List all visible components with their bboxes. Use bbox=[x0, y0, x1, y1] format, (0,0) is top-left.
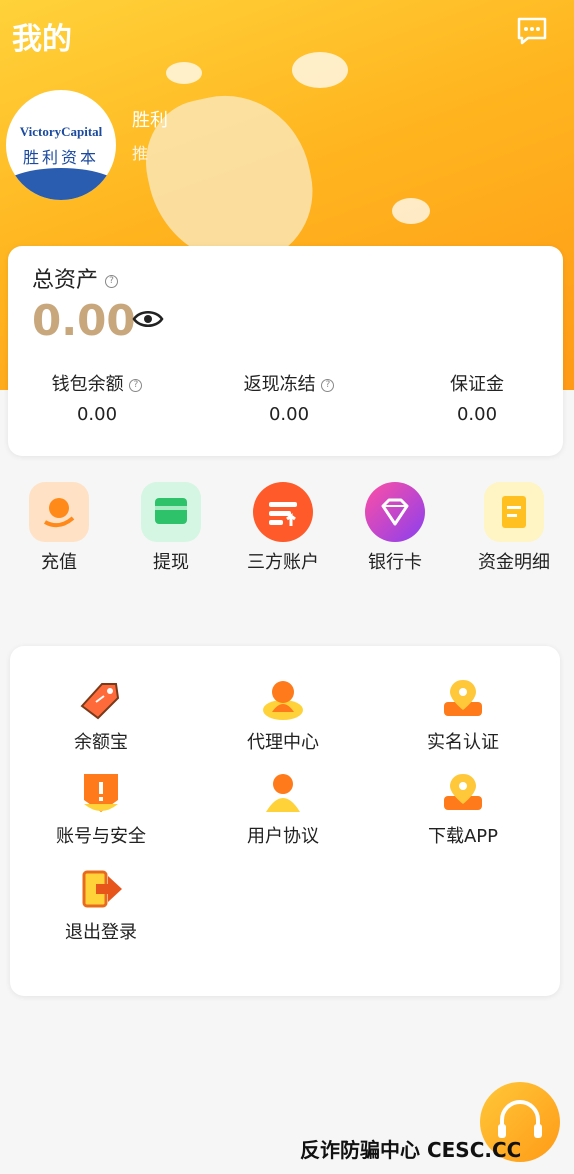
menu-card: 余额宝 代理中心 实名认证 账号与安全 用户协议 下载APP 退出登录 bbox=[10, 646, 560, 996]
menu-item-download-app[interactable]: 下载APP bbox=[388, 770, 538, 848]
avatar[interactable]: VictoryCapital 胜利资本 bbox=[6, 90, 116, 200]
user-icon bbox=[258, 770, 308, 816]
stat-wallet-balance: 钱包余额 ? 0.00 bbox=[22, 370, 172, 425]
quick-action-fund-details[interactable]: 资金明细 bbox=[464, 482, 564, 574]
cloud-decoration bbox=[166, 62, 202, 84]
asset-title-label: 总资产 bbox=[32, 268, 99, 293]
location-pin-icon bbox=[438, 676, 488, 722]
fund-details-icon bbox=[484, 482, 544, 542]
quick-action-third-party-account[interactable]: 三方账户 bbox=[238, 482, 328, 574]
quick-action-label: 充值 bbox=[41, 552, 77, 573]
agent-icon bbox=[258, 676, 308, 722]
logo-wave bbox=[6, 168, 116, 200]
menu-item-label: 退出登录 bbox=[65, 922, 137, 943]
asset-title: 总资产 ? bbox=[32, 262, 119, 294]
menu-item-label: 用户协议 bbox=[247, 826, 319, 847]
stat-label: 钱包余额 ? bbox=[22, 370, 172, 396]
menu-item-label: 代理中心 bbox=[247, 732, 319, 753]
stat-value: 0.00 bbox=[268, 404, 310, 425]
user-name: 胜利 bbox=[132, 110, 168, 131]
quick-action-label: 三方账户 bbox=[247, 552, 319, 573]
help-icon[interactable]: ? bbox=[129, 378, 143, 392]
asset-card: 总资产 ? 0.00 钱包余额 ? 0.00 返现冻结 ? 0.00 保证金 0… bbox=[8, 246, 563, 456]
cloud-decoration bbox=[292, 52, 348, 88]
logout-icon bbox=[76, 866, 126, 912]
help-icon[interactable]: ? bbox=[321, 378, 335, 392]
brand-logo-text: VictoryCapital bbox=[19, 124, 103, 139]
stat-value: 0.00 bbox=[456, 404, 498, 425]
shield-alert-icon bbox=[76, 770, 126, 816]
stat-label: 返现冻结 ? bbox=[214, 370, 364, 396]
quick-action-label: 资金明细 bbox=[478, 552, 550, 573]
eye-icon[interactable] bbox=[132, 308, 164, 330]
quick-action-label: 提现 bbox=[153, 552, 189, 573]
stat-label: 保证金 bbox=[450, 374, 504, 395]
withdraw-icon bbox=[141, 482, 201, 542]
quick-action-bank-card[interactable]: 银行卡 bbox=[350, 482, 440, 574]
quick-action-label: 银行卡 bbox=[368, 552, 422, 573]
quick-action-withdraw[interactable]: 提现 bbox=[126, 482, 216, 574]
help-icon[interactable]: ? bbox=[105, 274, 119, 288]
stat-deposit: 保证金 0.00 bbox=[402, 370, 552, 425]
menu-item-yuebao[interactable]: 余额宝 bbox=[26, 676, 176, 754]
cloud-decoration bbox=[392, 198, 430, 224]
third-party-account-icon bbox=[253, 482, 313, 542]
recharge-icon bbox=[29, 482, 89, 542]
stat-cashback-frozen: 返现冻结 ? 0.00 bbox=[214, 370, 364, 425]
brand-logo-text-cn: 胜利资本 bbox=[22, 148, 99, 167]
menu-item-logout[interactable]: 退出登录 bbox=[26, 866, 176, 944]
menu-item-label: 下载APP bbox=[427, 826, 499, 847]
menu-item-label: 实名认证 bbox=[427, 732, 499, 753]
tag-icon bbox=[76, 676, 126, 722]
message-icon[interactable] bbox=[516, 16, 548, 46]
menu-item-account-security[interactable]: 账号与安全 bbox=[26, 770, 176, 848]
quick-action-recharge[interactable]: 充值 bbox=[14, 482, 104, 574]
menu-item-real-name-auth[interactable]: 实名认证 bbox=[388, 676, 538, 754]
watermark: 反诈防骗中心 CESC.CC bbox=[300, 1138, 522, 1162]
location-pin-icon bbox=[438, 770, 488, 816]
user-subtitle: 推 bbox=[132, 144, 149, 163]
stat-value: 0.00 bbox=[76, 404, 118, 425]
page-title: 我的 bbox=[12, 22, 72, 57]
menu-item-agent-center[interactable]: 代理中心 bbox=[208, 676, 358, 754]
menu-item-label: 账号与安全 bbox=[56, 826, 146, 847]
bank-card-icon bbox=[365, 482, 425, 542]
menu-item-user-agreement[interactable]: 用户协议 bbox=[208, 770, 358, 848]
menu-item-label: 余额宝 bbox=[74, 732, 128, 753]
asset-total: 0.00 bbox=[32, 296, 136, 345]
